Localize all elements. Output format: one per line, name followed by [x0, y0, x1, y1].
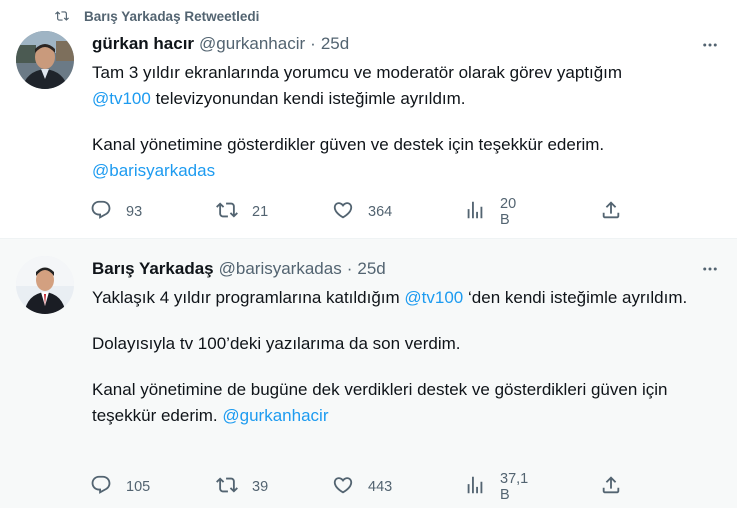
- like-button[interactable]: 364: [332, 199, 392, 225]
- tweet-header: gürkan hacır @gurkanhacir · 25d: [92, 34, 349, 54]
- tweet-line: Tam 3 yıldır ekranlarında yorumcu ve mod…: [92, 63, 623, 82]
- like-icon: [332, 199, 368, 225]
- like-button[interactable]: 443: [332, 474, 392, 500]
- separator-dot: ·: [310, 34, 316, 53]
- tweet-text: Yaklaşık 4 yıldır programlarına katıldığ…: [92, 285, 724, 449]
- separator-dot: ·: [346, 259, 353, 278]
- retweet-count: 39: [252, 479, 269, 495]
- avatar-barisyarkadas[interactable]: [16, 256, 74, 314]
- retweet-icon: [216, 474, 252, 500]
- tweet-gurkanhacir[interactable]: Barış Yarkadaş Retweetledi gürkan hacır …: [0, 0, 737, 239]
- tweet-paragraph: Dolayısıyla tv 100’deki yazılarıma da so…: [92, 331, 724, 357]
- retweet-context: Barış Yarkadaş Retweetledi: [52, 7, 259, 25]
- tweet-time[interactable]: 25d: [357, 259, 385, 279]
- views-count: 20 B: [500, 196, 517, 228]
- retweet-button[interactable]: 21: [216, 199, 268, 225]
- views-button[interactable]: 37,1 B: [464, 471, 528, 503]
- like-icon: [332, 474, 368, 500]
- retweet-icon: [216, 199, 252, 225]
- tweet-line: Dolayısıyla tv 100’deki yazılarıma da so…: [92, 334, 461, 353]
- author-name[interactable]: Barış Yarkadaş: [92, 259, 214, 279]
- reply-icon: [90, 199, 126, 225]
- like-count: 364: [368, 204, 393, 220]
- retweet-count: 21: [252, 204, 269, 220]
- views-icon: [464, 474, 500, 500]
- reply-count: 105: [126, 479, 151, 495]
- reply-button[interactable]: 105: [90, 474, 150, 500]
- tweet-text: Tam 3 yıldır ekranlarında yorumcu ve mod…: [92, 60, 722, 204]
- share-button[interactable]: [600, 474, 636, 500]
- share-icon: [600, 474, 636, 500]
- avatar-gurkanhacir[interactable]: [16, 31, 74, 89]
- retweet-label[interactable]: Barış Yarkadaş Retweetledi: [84, 9, 259, 24]
- more-icon[interactable]: [699, 34, 721, 56]
- author-name[interactable]: gürkan hacır: [92, 34, 194, 54]
- share-button[interactable]: [600, 199, 636, 225]
- tweet-paragraph: Yaklaşık 4 yıldır programlarına katıldığ…: [92, 285, 724, 311]
- like-count: 443: [368, 479, 393, 495]
- share-icon: [600, 199, 636, 225]
- views-count: 37,1 B: [500, 471, 529, 503]
- tweet-line: Kanal yönetimine de bugüne dek verdikler…: [92, 380, 668, 425]
- tweet-line: ‘den kendi isteğimle ayrıldım.: [463, 288, 688, 307]
- mention-tv100[interactable]: @tv100: [92, 89, 151, 108]
- views-button[interactable]: 20 B: [464, 196, 516, 228]
- reply-button[interactable]: 93: [90, 199, 142, 225]
- mention-tv100[interactable]: @tv100: [404, 288, 463, 307]
- retweet-icon: [52, 7, 72, 25]
- tweet-line: televizyonundan kendi isteğimle ayrıldım…: [150, 89, 466, 108]
- reply-count: 93: [126, 204, 143, 220]
- tweet-paragraph: Kanal yönetimine de bugüne dek verdikler…: [92, 377, 724, 429]
- mention-barisyarkadas[interactable]: @barisyarkadas: [92, 161, 215, 180]
- author-handle[interactable]: @barisyarkadas: [219, 259, 342, 279]
- reply-icon: [90, 474, 126, 500]
- tweet-line: Kanal yönetimine gösterdikler güven ve d…: [92, 135, 605, 154]
- tweet-barisyarkadas[interactable]: Barış Yarkadaş @barisyarkadas · 25d Yakl…: [0, 239, 737, 508]
- retweet-button[interactable]: 39: [216, 474, 268, 500]
- tweet-header: Barış Yarkadaş @barisyarkadas · 25d: [92, 259, 386, 279]
- tweet-line: Yaklaşık 4 yıldır programlarına katıldığ…: [92, 288, 405, 307]
- tweet-paragraph: Tam 3 yıldır ekranlarında yorumcu ve mod…: [92, 60, 722, 112]
- tweet-time[interactable]: 25d: [321, 34, 349, 54]
- author-handle[interactable]: @gurkanhacir: [199, 34, 305, 54]
- views-icon: [464, 199, 500, 225]
- mention-gurkanhacir[interactable]: @gurkanhacir: [222, 406, 328, 425]
- tweet-paragraph: Kanal yönetimine gösterdikler güven ve d…: [92, 132, 722, 184]
- more-icon[interactable]: [699, 258, 721, 280]
